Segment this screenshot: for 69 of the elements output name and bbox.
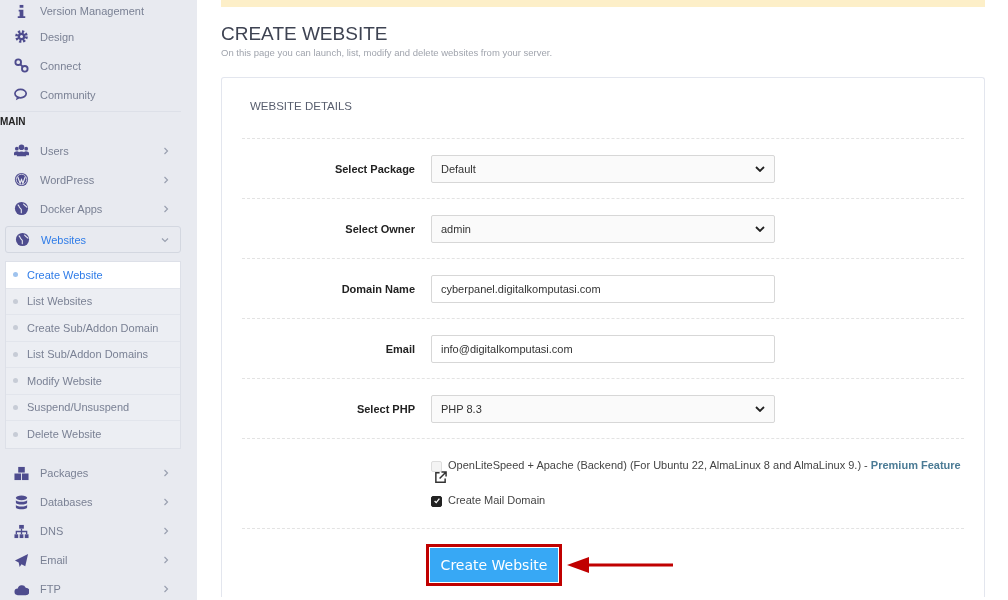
- chevron-icon: [162, 585, 170, 593]
- sidebar-item[interactable]: WordPress: [5, 165, 181, 194]
- checkbox[interactable]: [431, 495, 442, 507]
- field-label: Domain Name: [340, 282, 416, 295]
- bullet-icon: [13, 378, 18, 384]
- globe-icon: [14, 201, 29, 216]
- sidebar-item[interactable]: Community: [5, 80, 181, 109]
- bullet-icon: [13, 431, 18, 437]
- bullet-icon: [13, 325, 18, 331]
- sidebar-item[interactable]: Version Management: [5, 0, 181, 22]
- sidebar-item[interactable]: Email: [5, 545, 181, 575]
- sidebar-item[interactable]: Packages: [5, 458, 181, 488]
- sidebar-item[interactable]: FTP: [5, 574, 181, 600]
- submenu-item[interactable]: Delete Website: [6, 421, 180, 448]
- bullet-icon: [13, 404, 18, 410]
- section-heading: MAIN: [0, 111, 181, 134]
- external-link-icon[interactable]: [434, 470, 447, 486]
- chat-icon: [14, 87, 29, 102]
- page-subtitle: On this page you can launch, list, modify and delete websites from your server.: [221, 47, 554, 58]
- chevron-icon: [162, 556, 170, 564]
- submenu-item[interactable]: Create Website: [6, 262, 180, 289]
- submenu-item[interactable]: Suspend/Unsuspend: [6, 394, 180, 421]
- sidebar-item[interactable]: Databases: [5, 487, 181, 517]
- bullet-icon: [13, 351, 18, 357]
- card-title: WEBSITE DETAILS: [242, 78, 964, 139]
- caret-icon: [755, 225, 765, 232]
- link-icon: [14, 58, 29, 73]
- bullet-icon: [13, 272, 18, 278]
- field-label: Select Owner: [344, 222, 416, 235]
- field-label: Select PHP: [355, 402, 416, 415]
- wordpress-icon: [14, 172, 29, 187]
- field-label: Select Package: [333, 162, 416, 175]
- checkbox-label: OpenLiteSpeed + Apache (Backend) (For Ubuntu 22, AlmaLinux 8 and AlmaLinux 9.) -: [448, 458, 869, 471]
- chevron-icon: [162, 469, 170, 477]
- checkbox-label: Create Mail Domain: [448, 493, 546, 506]
- gear-icon: [14, 29, 29, 44]
- dropdown[interactable]: PHP 8.3: [431, 394, 775, 423]
- input-field[interactable]: info@digitalkomputasi.com: [431, 334, 775, 363]
- chevron-icon: [162, 146, 170, 155]
- caret-icon: [755, 165, 765, 172]
- submenu-item[interactable]: List Websites: [6, 288, 180, 315]
- sidebar-item[interactable]: Websites: [5, 226, 181, 253]
- globe-icon: [15, 232, 30, 247]
- boxes-icon: [14, 465, 29, 481]
- dropdown[interactable]: Default: [431, 154, 775, 183]
- chevron-icon: [162, 527, 170, 535]
- chevron-icon: [161, 235, 169, 244]
- sidebar-item[interactable]: Design: [5, 22, 181, 51]
- sidebar-item[interactable]: Docker Apps: [5, 194, 181, 223]
- users-icon: [14, 143, 29, 158]
- submenu-item[interactable]: Modify Website: [6, 368, 180, 395]
- chevron-icon: [162, 498, 170, 506]
- sidebar-item[interactable]: Connect: [5, 51, 181, 80]
- submenu-item[interactable]: Create Sub/Addon Domain: [6, 315, 180, 342]
- paper-plane-icon: [14, 552, 29, 568]
- sidebar-item[interactable]: DNS: [5, 516, 181, 546]
- input-field[interactable]: cyberpanel.digitalkomputasi.com: [431, 274, 775, 303]
- caret-icon: [755, 405, 765, 412]
- chevron-icon: [162, 175, 170, 184]
- bullet-icon: [13, 298, 18, 304]
- sidebar-item[interactable]: Users: [5, 136, 181, 165]
- page-title: CREATE WEBSITE: [221, 23, 389, 45]
- sitemap-icon: [14, 523, 29, 539]
- dropdown[interactable]: admin: [431, 214, 775, 243]
- chevron-icon: [162, 204, 170, 213]
- create-website-button[interactable]: Create Website: [430, 548, 558, 582]
- database-icon: [14, 494, 29, 510]
- submenu-item[interactable]: List Sub/Addon Domains: [6, 341, 180, 368]
- field-label: Email: [384, 342, 416, 355]
